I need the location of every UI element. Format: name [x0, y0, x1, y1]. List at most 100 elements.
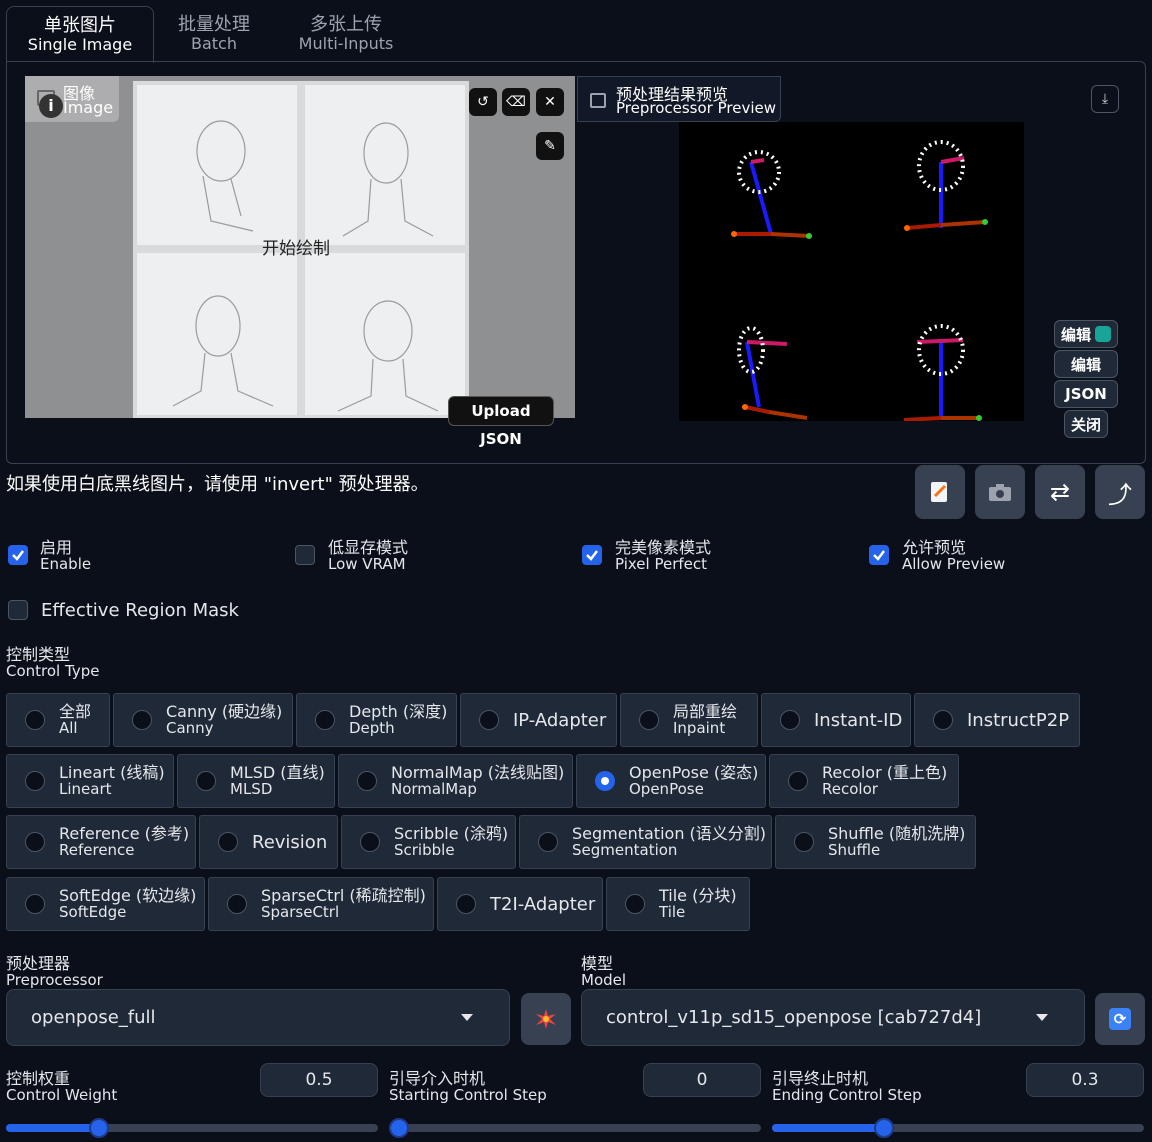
slider-thumb[interactable]: [89, 1118, 109, 1138]
radio-dot: [788, 771, 808, 791]
label-zh: MLSD (直线): [230, 763, 325, 782]
enable-checkbox[interactable]: [8, 545, 28, 565]
control-weight-label: 控制权重 Control Weight: [6, 1070, 117, 1104]
undo-icon[interactable]: ↺: [469, 88, 497, 116]
label: InstructP2P: [967, 709, 1070, 731]
control-type-all[interactable]: 全部 All: [6, 693, 110, 747]
refresh-icon[interactable]: ⟳: [1095, 993, 1145, 1045]
preview-label-en: Preprocessor Preview: [616, 99, 776, 117]
effective-region-mask-label: Effective Region Mask: [41, 600, 239, 621]
label-zh: Canny (硬边缘): [166, 702, 283, 721]
label-en: Shuffle: [828, 841, 881, 859]
control-type-depth[interactable]: Depth (深度) Depth: [296, 693, 457, 747]
upload-json-button[interactable]: Upload JSON: [448, 396, 554, 448]
slider-thumb[interactable]: [389, 1118, 409, 1138]
label-zh: Shuffle (随机洗牌): [828, 824, 966, 843]
slider-fill: [6, 1124, 99, 1132]
control-type-openpose[interactable]: OpenPose (姿态) OpenPose: [576, 754, 766, 808]
label-zh: Tile (分块): [659, 886, 737, 905]
label-zh: 预处理器: [6, 954, 71, 973]
edit-photopea-button[interactable]: 编辑: [1054, 320, 1118, 348]
label-en: Ending Control Step: [772, 1086, 922, 1104]
control-type-segmentation[interactable]: Segmentation (语义分割) Segmentation: [519, 815, 772, 869]
control-type-softedge[interactable]: SoftEdge (软边缘) SoftEdge: [6, 877, 205, 931]
pixel-perfect-label: 完美像素模式 Pixel Perfect: [615, 539, 711, 573]
control-type-scribble[interactable]: Scribble (涂鸦) Scribble: [341, 815, 516, 869]
control-type-tile[interactable]: Tile (分块) Tile: [606, 877, 750, 931]
ending-step-input[interactable]: 0.3: [1026, 1063, 1144, 1097]
download-icon[interactable]: ⤓: [1091, 85, 1119, 113]
radio-dot: [25, 832, 45, 852]
radio-dot: [780, 710, 800, 730]
label-zh: 模型: [581, 954, 614, 973]
label-en: Canny: [166, 719, 214, 737]
send-icon[interactable]: ⤴: [1095, 465, 1145, 519]
label-zh: Depth (深度): [349, 702, 448, 721]
ending-step-slider[interactable]: [772, 1118, 1144, 1138]
label-zh: 引导终止时机: [772, 1069, 869, 1088]
ending-step-label: 引导终止时机 Ending Control Step: [772, 1070, 922, 1104]
radio-dot: [625, 894, 645, 914]
control-type-instant-id[interactable]: Instant-ID: [761, 693, 911, 747]
close-icon[interactable]: ✕: [536, 88, 564, 116]
label-zh: SoftEdge (软边缘): [59, 886, 197, 905]
explode-icon[interactable]: [521, 993, 571, 1045]
control-type-t2i-adapter[interactable]: T2I-Adapter: [437, 877, 603, 931]
preprocessor-label: 预处理器 Preprocessor: [6, 955, 103, 989]
radio-dot: [456, 894, 476, 914]
preprocessor-dropdown[interactable]: openpose_full: [6, 989, 510, 1046]
control-type-normalmap[interactable]: NormalMap (法线贴图) NormalMap: [338, 754, 573, 808]
control-type-recolor[interactable]: Recolor (重上色) Recolor: [769, 754, 959, 808]
control-type-mlsd[interactable]: MLSD (直线) MLSD: [177, 754, 335, 808]
tab-multi-inputs[interactable]: 多张上传 Multi-Inputs: [288, 6, 404, 62]
control-weight-input[interactable]: 0.5: [260, 1063, 378, 1097]
tab-batch[interactable]: 批量处理 Batch: [160, 6, 268, 62]
swap-icon[interactable]: ⇄: [1035, 465, 1085, 519]
pixel-perfect-checkbox[interactable]: [582, 545, 602, 565]
tab-single-image[interactable]: 单张图片 Single Image: [6, 6, 154, 63]
effective-region-mask-checkbox[interactable]: [8, 600, 28, 620]
control-type-ip-adapter[interactable]: IP-Adapter: [460, 693, 617, 747]
label-zh: Reference (参考): [59, 824, 190, 843]
camera-icon[interactable]: [975, 465, 1025, 519]
label-en: Depth: [349, 719, 395, 737]
json-button[interactable]: JSON: [1054, 380, 1118, 408]
control-type-reference[interactable]: Reference (参考) Reference: [6, 815, 196, 869]
starting-step-slider[interactable]: [389, 1118, 761, 1138]
model-value: control_v11p_sd15_openpose [cab727d4]: [606, 1007, 982, 1028]
control-type-inpaint[interactable]: 局部重绘 Inpaint: [620, 693, 758, 747]
slider-thumb[interactable]: [873, 1118, 894, 1138]
radio-dot: [25, 710, 45, 730]
control-type-instructp2p[interactable]: InstructP2P: [914, 693, 1080, 747]
tab-label-zh: 多张上传: [310, 14, 382, 35]
tab-label-zh: 单张图片: [44, 15, 116, 36]
radio-dot: [132, 710, 152, 730]
radio-dot: [25, 894, 45, 914]
allow-preview-label: 允许预览 Allow Preview: [902, 539, 1005, 573]
allow-preview-checkbox[interactable]: [869, 545, 889, 565]
label-en: NormalMap: [391, 780, 477, 798]
control-type-canny[interactable]: Canny (硬边缘) Canny: [113, 693, 293, 747]
starting-step-input[interactable]: 0: [643, 1063, 761, 1097]
notes-icon[interactable]: [915, 465, 965, 519]
control-type-revision[interactable]: Revision: [199, 815, 338, 869]
label-zh: 控制类型: [6, 645, 71, 664]
control-weight-slider[interactable]: [6, 1118, 378, 1138]
close-preview-button[interactable]: 关闭: [1064, 410, 1108, 438]
model-dropdown[interactable]: control_v11p_sd15_openpose [cab727d4]: [581, 989, 1085, 1046]
eraser-icon[interactable]: ⌫: [502, 88, 530, 116]
low-vram-checkbox[interactable]: [295, 545, 315, 565]
control-type-sparsectrl[interactable]: SparseCtrl (稀疏控制) SparseCtrl: [208, 877, 434, 931]
brush-icon[interactable]: ✎: [536, 132, 564, 160]
control-type-shuffle[interactable]: Shuffle (随机洗牌) Shuffle: [775, 815, 976, 869]
label-zh: 启用: [40, 538, 73, 557]
dropdown-arrow-icon: [1036, 1014, 1048, 1021]
label-zh: Scribble (涂鸦): [394, 824, 509, 843]
control-type-lineart[interactable]: Lineart (线稿) Lineart: [6, 754, 174, 808]
label-en: Enable: [40, 555, 92, 573]
image-canvas[interactable]: 图像 Image i 开始绘制 ↺ ⌫ ✕ ✎ Upload JSON: [25, 76, 575, 448]
info-icon[interactable]: i: [39, 94, 63, 118]
label-en: Allow Preview: [902, 555, 1006, 573]
edit-button[interactable]: 编辑: [1054, 350, 1118, 378]
label-zh: Lineart (线稿): [59, 763, 165, 782]
